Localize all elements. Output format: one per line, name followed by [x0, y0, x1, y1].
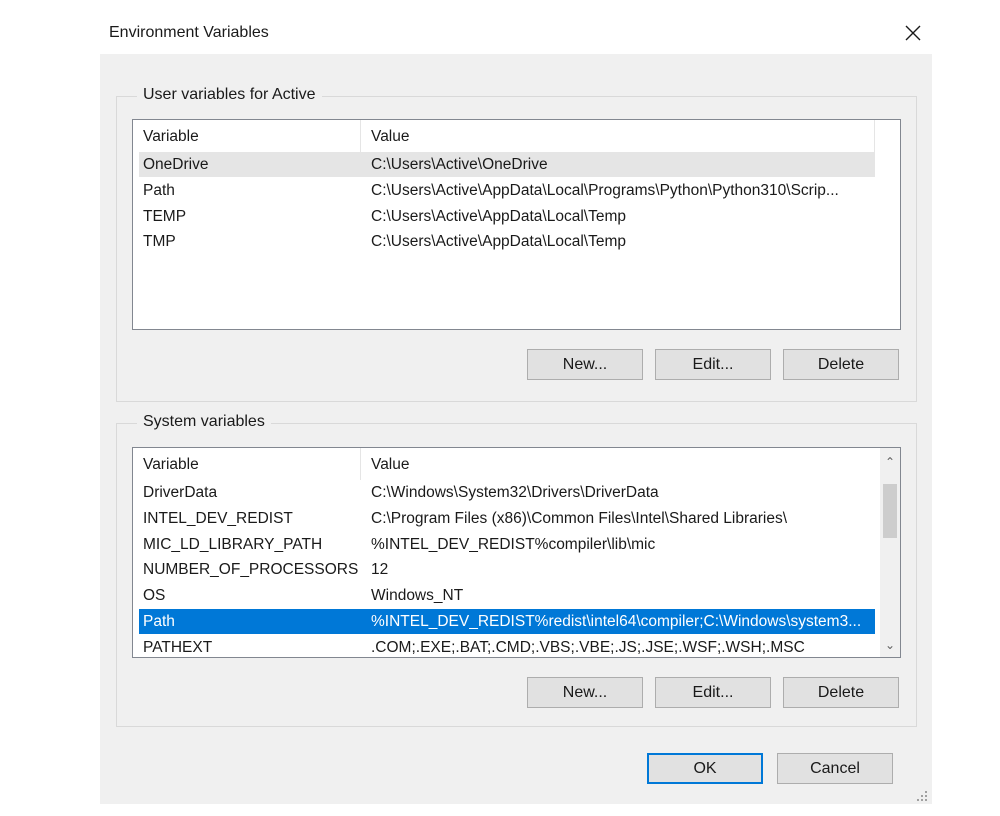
table-row[interactable]: MIC_LD_LIBRARY_PATH %INTEL_DEV_REDIST%com… — [139, 532, 875, 557]
variable-value: %INTEL_DEV_REDIST%compiler\lib\mic — [371, 535, 656, 553]
column-header-value[interactable]: Value — [371, 456, 410, 474]
close-icon[interactable] — [897, 17, 929, 49]
variable-value: C:\Program Files (x86)\Common Files\Inte… — [371, 509, 788, 527]
variable-value: .COM;.EXE;.BAT;.CMD;.VBS;.VBE;.JS;.JSE;.… — [371, 638, 805, 656]
resize-grip-icon[interactable] — [915, 789, 929, 803]
scrollbar-thumb[interactable] — [883, 484, 897, 538]
variable-name: DriverData — [143, 484, 218, 501]
variable-name: Path — [143, 613, 175, 630]
variable-name: PATHEXT — [143, 638, 213, 656]
list-header: Variable Value — [133, 120, 900, 152]
column-header-variable[interactable]: Variable — [143, 128, 199, 146]
user-delete-button[interactable]: Delete — [783, 349, 899, 380]
system-variables-label: System variables — [137, 413, 271, 431]
variable-value: C:\Users\Active\AppData\Local\Programs\P… — [371, 181, 839, 199]
user-variables-list[interactable]: Variable Value OneDrive C:\Users\Active\O… — [132, 119, 901, 330]
table-row[interactable]: OS Windows_NT — [139, 583, 875, 608]
chevron-up-icon[interactable]: ⌃ — [880, 452, 900, 472]
variable-name: INTEL_DEV_REDIST — [143, 509, 293, 527]
variable-name: NUMBER_OF_PROCESSORS — [143, 561, 359, 579]
column-header-value[interactable]: Value — [371, 128, 410, 146]
table-row[interactable]: OneDrive C:\Users\Active\OneDrive — [139, 152, 875, 177]
system-delete-button[interactable]: Delete — [783, 677, 899, 708]
variable-value: C:\Users\Active\AppData\Local\Temp — [371, 233, 626, 251]
variable-name: OS — [143, 587, 166, 605]
variable-name: OneDrive — [143, 156, 209, 173]
system-new-button[interactable]: New... — [527, 677, 643, 708]
table-row[interactable]: Path %INTEL_DEV_REDIST%redist\intel64\com… — [139, 609, 875, 634]
variable-name: MIC_LD_LIBRARY_PATH — [143, 535, 323, 553]
vertical-scrollbar[interactable]: ⌃ ⌄ — [880, 448, 900, 657]
table-row[interactable]: NUMBER_OF_PROCESSORS 12 — [139, 557, 875, 582]
variable-name: Path — [143, 181, 175, 199]
user-variables-label: User variables for Active — [137, 86, 322, 104]
variable-value: 12 — [371, 561, 389, 579]
variable-value: Windows_NT — [371, 587, 464, 605]
cancel-button[interactable]: Cancel — [777, 753, 893, 784]
user-new-button[interactable]: New... — [527, 349, 643, 380]
column-header-variable[interactable]: Variable — [143, 456, 199, 474]
variable-value: %INTEL_DEV_REDIST%redist\intel64\compile… — [371, 613, 862, 630]
ok-button[interactable]: OK — [647, 753, 763, 784]
column-divider[interactable] — [360, 120, 361, 152]
user-edit-button[interactable]: Edit... — [655, 349, 771, 380]
table-row[interactable]: TEMP C:\Users\Active\AppData\Local\Temp — [139, 204, 875, 229]
title-bar: Environment Variables — [0, 0, 1000, 54]
table-row[interactable]: INTEL_DEV_REDIST C:\Program Files (x86)\C… — [139, 506, 875, 531]
window-title: Environment Variables — [109, 24, 269, 41]
table-row[interactable]: DriverData C:\Windows\System32\Drivers\Dr… — [139, 480, 875, 505]
variable-value: C:\Users\Active\AppData\Local\Temp — [371, 207, 626, 225]
variable-name: TMP — [143, 233, 176, 251]
variable-value: C:\Windows\System32\Drivers\DriverData — [371, 484, 659, 501]
column-divider[interactable] — [360, 448, 361, 480]
system-variables-list[interactable]: Variable Value ⌃ ⌄ DriverData C:\Windows\… — [132, 447, 901, 658]
variable-value: C:\Users\Active\OneDrive — [371, 156, 548, 173]
chevron-down-icon[interactable]: ⌄ — [880, 635, 900, 655]
column-divider[interactable] — [874, 120, 875, 152]
list-header: Variable Value — [133, 448, 900, 480]
table-row[interactable]: TMP C:\Users\Active\AppData\Local\Temp — [139, 229, 875, 254]
dialog-body: User variables for Active Variable Value… — [100, 54, 932, 804]
variable-name: TEMP — [143, 207, 187, 225]
system-edit-button[interactable]: Edit... — [655, 677, 771, 708]
table-row[interactable]: Path C:\Users\Active\AppData\Local\Progra… — [139, 178, 875, 203]
table-row[interactable]: PATHEXT .COM;.EXE;.BAT;.CMD;.VBS;.VBE;.JS… — [139, 635, 875, 657]
